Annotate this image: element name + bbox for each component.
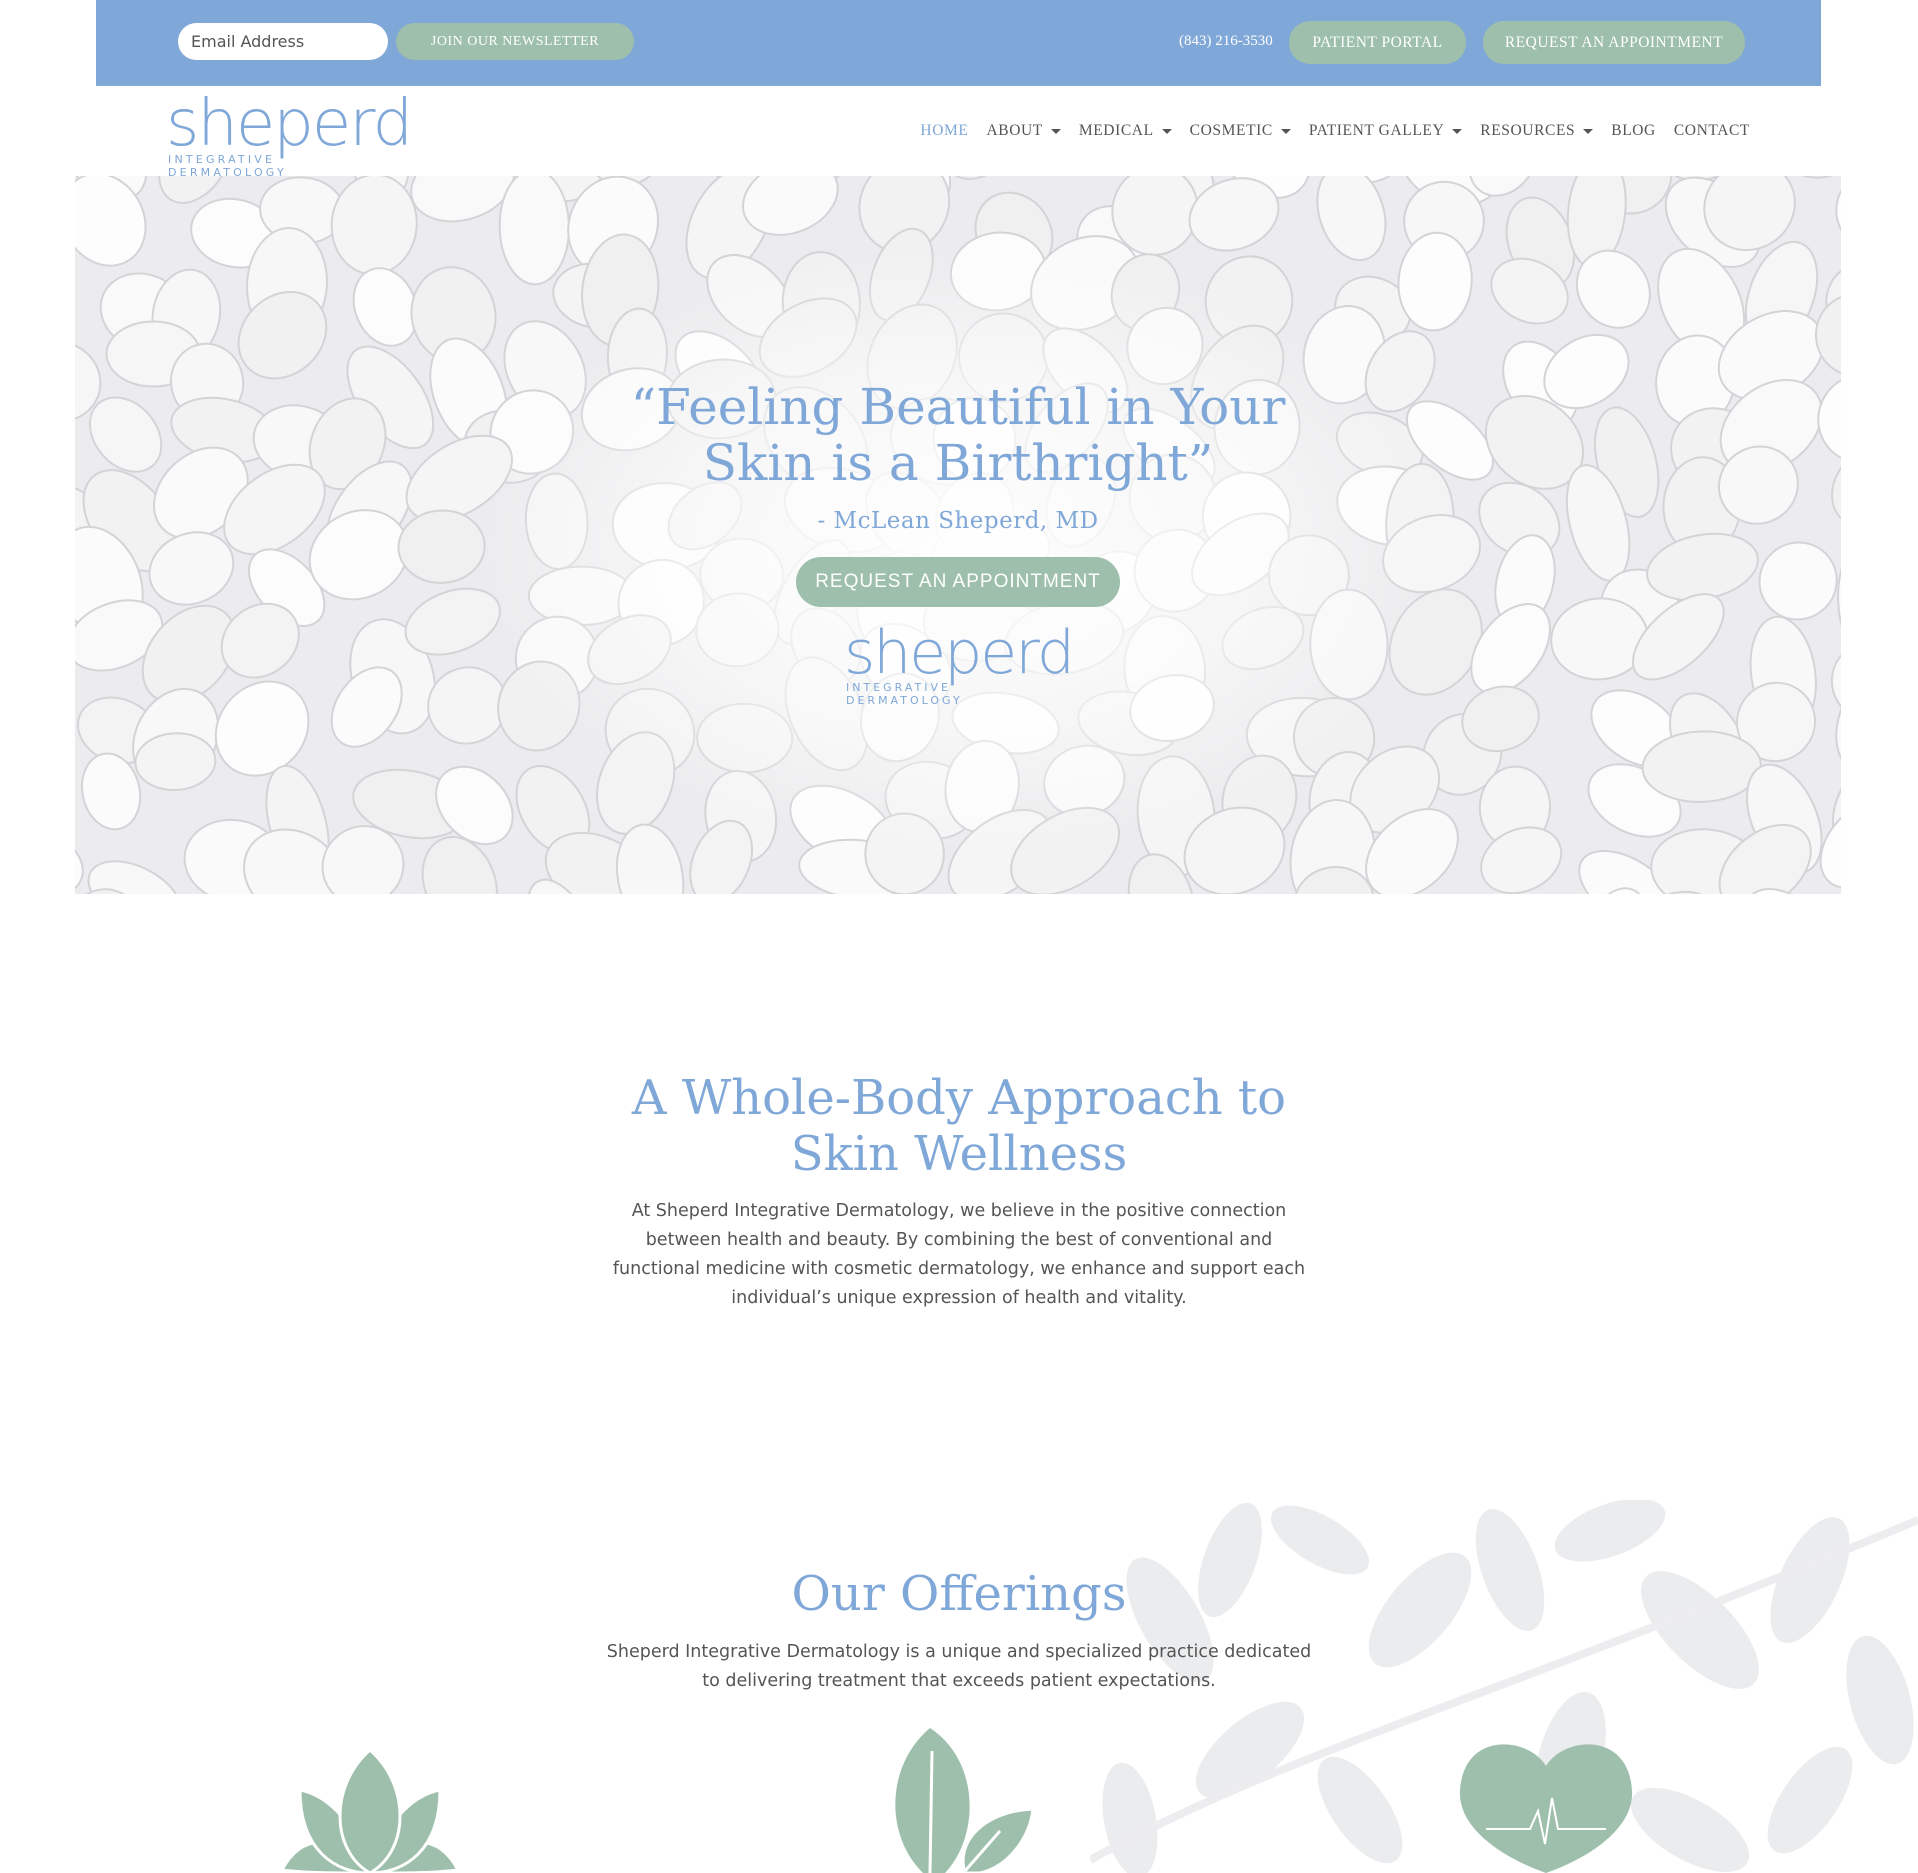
request-appointment-hero-button[interactable]: REQUEST AN APPOINTMENT [796,557,1120,607]
logo-wordmark: sheperd [844,618,1075,688]
nav-item-about[interactable]: ABOUT [986,122,1061,140]
offerings-heading: Our Offerings [791,1566,1127,1622]
join-newsletter-button[interactable]: JOIN OUR NEWSLETTER [396,23,634,60]
caret-down-icon [1452,129,1463,134]
nav-item-contact[interactable]: CONTACT [1674,122,1750,140]
nav-item-label: COSMETIC [1189,122,1273,139]
nav-item-label: BLOG [1611,122,1656,139]
nav-item-medical[interactable]: MEDICAL [1079,122,1172,140]
hero-quote-line-2: Skin is a Birthright” [702,434,1214,492]
logo-wordmark: sheperd [166,87,413,161]
nav-item-label: MEDICAL [1078,122,1154,139]
caret-down-icon [1280,129,1291,134]
hero-content: “Feeling Beautiful in Your Skin is a Bir… [75,176,1841,894]
leaf-icon [895,1728,1035,1873]
about-heading-line-1: A Whole-Body Approach to [631,1070,1287,1126]
patient-portal-button[interactable]: PATIENT PORTAL [1289,21,1466,64]
top-bar: JOIN OUR NEWSLETTER (843) 216-3530 PATIE… [96,0,1821,86]
newsletter-email-input[interactable] [178,23,388,60]
site-logo[interactable]: sheperd INTEGRATIVE DERMATOLOGY [166,87,413,179]
hero-quote-author: - McLean Sheperd, MD [817,508,1099,534]
request-appointment-top-button[interactable]: REQUEST AN APPOINTMENT [1483,21,1745,64]
heart-pulse-icon [1459,1744,1633,1873]
nav-item-label: HOME [920,122,969,139]
caret-down-icon [1161,129,1172,134]
phone-number-link[interactable]: (843) 216-3530 [1179,33,1273,50]
lotus-icon [280,1748,460,1873]
caret-down-icon [1583,129,1594,134]
hero-banner: “Feeling Beautiful in Your Skin is a Bir… [75,176,1841,894]
nav-item-label: CONTACT [1673,122,1750,139]
nav-item-label: PATIENT GALLEY [1308,122,1445,139]
hero-quote: “Feeling Beautiful in Your Skin is a Bir… [75,379,1841,491]
nav-item-resources[interactable]: RESOURCES [1480,122,1594,140]
hero-logo: sheperd INTEGRATIVE DERMATOLOGY [844,618,1075,707]
about-paragraph: At Sheperd Integrative Dermatology, we b… [612,1201,1306,1308]
nav-item-cosmetic[interactable]: COSMETIC [1190,122,1291,140]
nav-item-home[interactable]: HOME [920,122,968,140]
about-heading-line-2: Skin Wellness [790,1126,1128,1182]
nav-item-label: RESOURCES [1480,122,1576,139]
hero-quote-line-1: “Feeling Beautiful in Your [630,378,1286,436]
about-heading: A Whole-Body Approach to Skin Wellness [0,1070,1918,1182]
nav-item-blog[interactable]: BLOG [1611,122,1656,140]
caret-down-icon [1050,129,1061,134]
main-nav: HOME ABOUT MEDICAL COSMETIC PATIENT GALL… [902,122,1750,140]
offerings-paragraph: Sheperd Integrative Dermatology is a uni… [606,1642,1312,1691]
nav-item-patient-galley[interactable]: PATIENT GALLEY [1308,122,1463,140]
nav-item-label: ABOUT [986,122,1043,139]
